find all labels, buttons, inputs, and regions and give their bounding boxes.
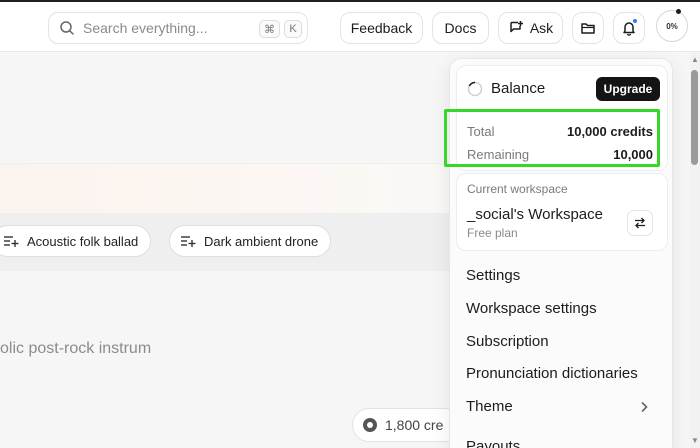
swap-arrows-icon: [635, 217, 645, 229]
credits-pill-label: 1,800 cre: [385, 417, 444, 433]
switch-workspace-button[interactable]: [627, 210, 653, 236]
docs-button[interactable]: Docs: [432, 12, 489, 44]
chevron-right-icon: [641, 401, 648, 413]
shortcut-k-key: K: [284, 20, 302, 38]
workspace-card[interactable]: Current workspace _social's Workspace Fr…: [456, 173, 668, 251]
ask-button[interactable]: Ask: [498, 12, 563, 44]
workspace-name: _social's Workspace: [467, 206, 603, 223]
progress-ring-icon: [467, 81, 483, 96]
folder-icon: [581, 23, 595, 34]
scrollbar-thumb[interactable]: [691, 70, 698, 165]
page-gradient-strip: [0, 163, 450, 213]
scroll-down-arrow[interactable]: ▼: [690, 436, 700, 446]
chip-label: Acoustic folk ballad: [27, 233, 139, 249]
menu-item-theme[interactable]: Theme: [466, 398, 513, 415]
notifications-button[interactable]: [613, 12, 645, 44]
balance-card: Balance Upgrade Total 10,000 credits Rem…: [456, 65, 668, 171]
avatar-status-dot: [676, 9, 681, 14]
shortcut-mod-key: ⌘: [259, 20, 280, 38]
upgrade-button[interactable]: Upgrade: [596, 77, 660, 101]
menu-item-payouts[interactable]: Payouts: [466, 438, 520, 448]
balance-header: Balance: [467, 80, 545, 97]
workspace-label: Current workspace: [467, 182, 568, 196]
ask-label: Ask: [529, 20, 554, 36]
page-section: [0, 53, 450, 163]
suggestion-chip[interactable]: Acoustic folk ballad: [0, 225, 152, 257]
menu-item-settings[interactable]: Settings: [466, 267, 520, 284]
avatar-button[interactable]: 0%: [656, 10, 688, 42]
menu-item-pronunciation-dictionaries[interactable]: Pronunciation dictionaries: [466, 365, 638, 382]
balance-title: Balance: [491, 80, 546, 97]
total-value: 10,000 credits: [566, 124, 653, 139]
chip-label: Dark ambient drone: [204, 233, 319, 249]
chat-plus-icon: [510, 21, 523, 33]
suggestion-chip[interactable]: Dark ambient drone: [169, 225, 332, 257]
scroll-up-arrow[interactable]: ▲: [690, 55, 700, 65]
remaining-label: Remaining: [467, 147, 530, 162]
menu-item-workspace-settings[interactable]: Workspace settings: [466, 300, 597, 317]
search-placeholder: Search everything...: [83, 20, 208, 36]
list-plus-icon: [181, 236, 196, 247]
search-icon: [60, 21, 74, 35]
workspace-plan: Free plan: [467, 226, 518, 240]
total-row: Total 10,000 credits: [467, 124, 653, 139]
top-bar: Search everything... ⌘ K Feedback Docs A…: [0, 2, 700, 52]
credits-pill[interactable]: 1,800 cre: [352, 408, 462, 442]
remaining-value: 10,000: [613, 147, 653, 162]
account-dropdown: Balance Upgrade Total 10,000 credits Rem…: [449, 58, 673, 448]
remaining-row: Remaining 10,000: [467, 147, 653, 162]
prompt-placeholder[interactable]: olic post-rock instrum: [0, 340, 151, 358]
notification-dot: [632, 18, 638, 24]
files-button[interactable]: [572, 12, 604, 44]
search-box[interactable]: Search everything... ⌘ K: [48, 12, 308, 44]
menu-item-subscription[interactable]: Subscription: [466, 333, 549, 350]
total-label: Total: [467, 124, 495, 139]
feedback-button[interactable]: Feedback: [340, 12, 423, 44]
credits-icon: [363, 418, 377, 432]
list-plus-icon: [4, 236, 19, 247]
